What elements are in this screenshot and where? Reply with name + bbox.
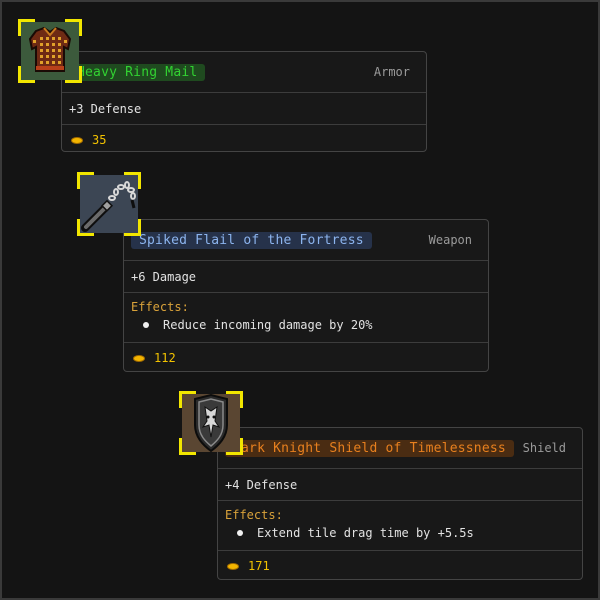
item-price: 112 [124, 343, 488, 373]
bullet-icon [143, 322, 149, 328]
item-effects: Effects: Extend tile drag time by +5.5s [218, 501, 582, 551]
tooltip-header: Spiked Flail of the Fortress Weapon [124, 220, 488, 261]
item-type: Armor [373, 65, 410, 79]
item-price: 171 [218, 551, 582, 581]
item-slot-heavy-ring-mail[interactable] [18, 19, 82, 83]
gold-amount: 112 [154, 351, 176, 365]
effects-title: Effects: [225, 508, 283, 522]
item-type: Shield [522, 441, 566, 455]
item-tooltip-heavy-ring-mail: Heavy Ring Mail Armor +3 Defense 35 [61, 51, 427, 152]
tooltip-header: Heavy Ring Mail Armor [62, 52, 426, 93]
tooltip-header: Dark Knight Shield of Timelessness Shiel… [218, 428, 582, 469]
item-name: Spiked Flail of the Fortress [131, 231, 372, 249]
bullet-icon [237, 530, 243, 536]
effect-entry: Extend tile drag time by +5.5s [225, 524, 575, 542]
gold-coin-icon [133, 354, 145, 362]
item-stat: +3 Defense [62, 93, 426, 125]
gold-amount: 35 [92, 133, 107, 147]
item-tooltip-dark-knight-shield: Dark Knight Shield of Timelessness Shiel… [217, 427, 583, 580]
gold-amount: 171 [248, 559, 270, 573]
effect-entry: Reduce incoming damage by 20% [131, 316, 481, 334]
effect-text: Extend tile drag time by +5.5s [257, 526, 474, 540]
item-name: Heavy Ring Mail [69, 63, 206, 81]
item-effects: Effects: Reduce incoming damage by 20% [124, 293, 488, 343]
item-stat: +4 Defense [218, 469, 582, 501]
gold-coin-icon [71, 136, 83, 144]
item-stat: +6 Damage [124, 261, 488, 293]
item-name: Dark Knight Shield of Timelessness [225, 439, 514, 457]
item-slot-spiked-flail[interactable] [77, 172, 141, 236]
item-slot-dark-knight-shield[interactable] [179, 391, 243, 455]
item-tooltip-spiked-flail: Spiked Flail of the Fortress Weapon +6 D… [123, 219, 489, 372]
effects-title: Effects: [131, 300, 189, 314]
item-price: 35 [62, 125, 426, 155]
game-screen: Heavy Ring Mail Armor +3 Defense 35 Spik… [0, 0, 600, 600]
effect-text: Reduce incoming damage by 20% [163, 318, 373, 332]
gold-coin-icon [227, 562, 239, 570]
item-type: Weapon [428, 233, 472, 247]
